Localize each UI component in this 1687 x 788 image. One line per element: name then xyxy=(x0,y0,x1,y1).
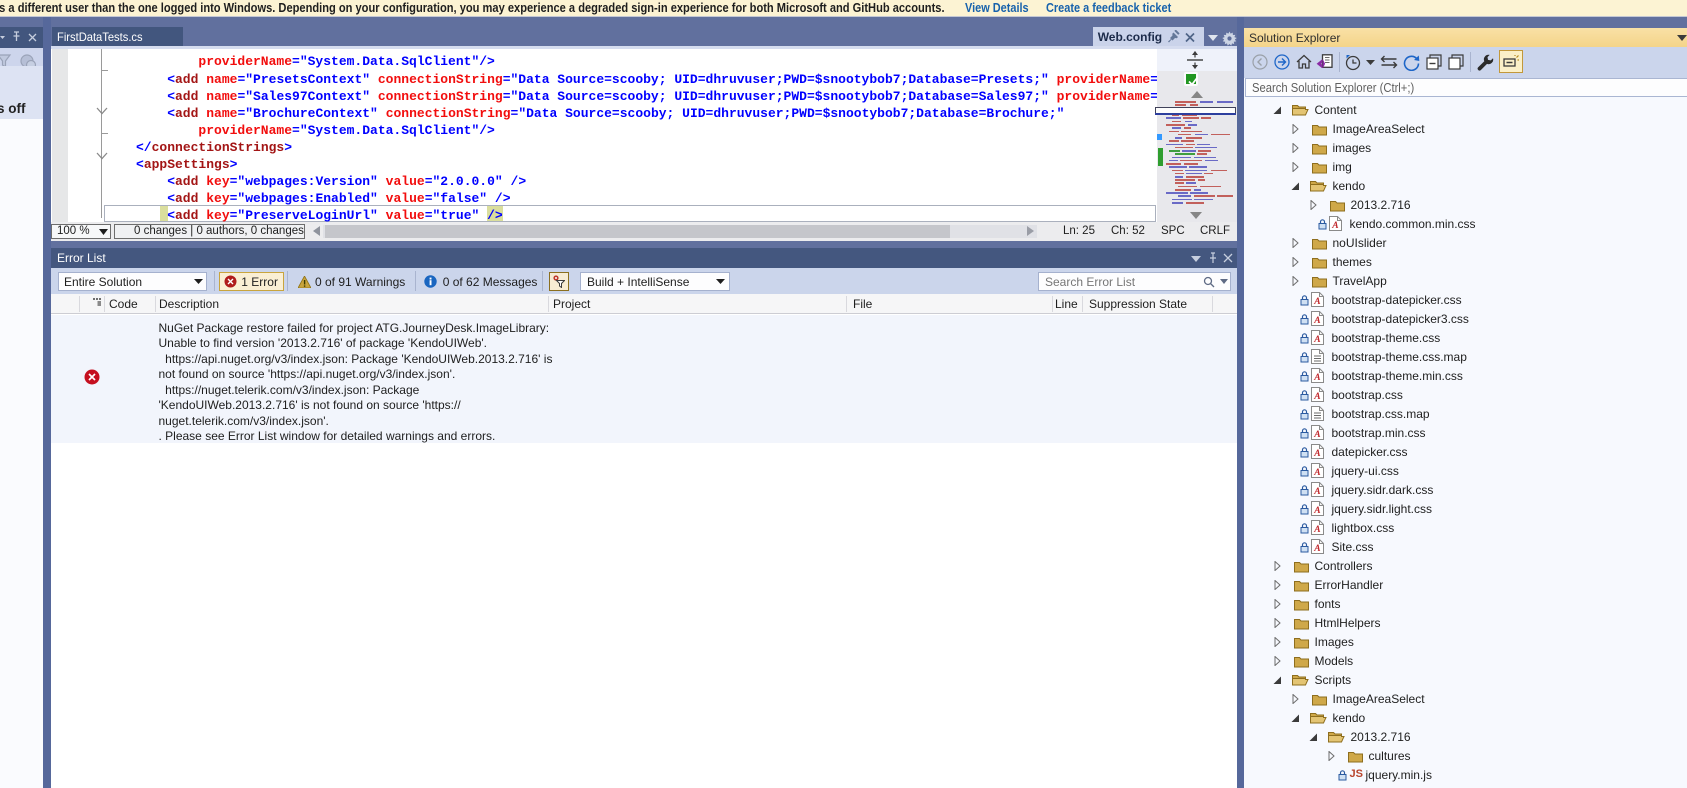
svg-text:A: A xyxy=(1313,297,1320,307)
svg-text:A: A xyxy=(1313,544,1320,554)
svg-text:A: A xyxy=(1313,316,1320,326)
svg-text:A: A xyxy=(1313,525,1320,535)
svg-text:A: A xyxy=(1313,335,1320,345)
svg-text:A: A xyxy=(1313,430,1320,440)
svg-text:A: A xyxy=(1331,221,1338,231)
svg-text:A: A xyxy=(1313,449,1320,459)
svg-text:A: A xyxy=(1313,468,1320,478)
svg-text:A: A xyxy=(1313,487,1320,497)
svg-text:A: A xyxy=(1313,373,1320,383)
svg-text:A: A xyxy=(1313,392,1320,402)
svg-text:A: A xyxy=(1313,506,1320,516)
